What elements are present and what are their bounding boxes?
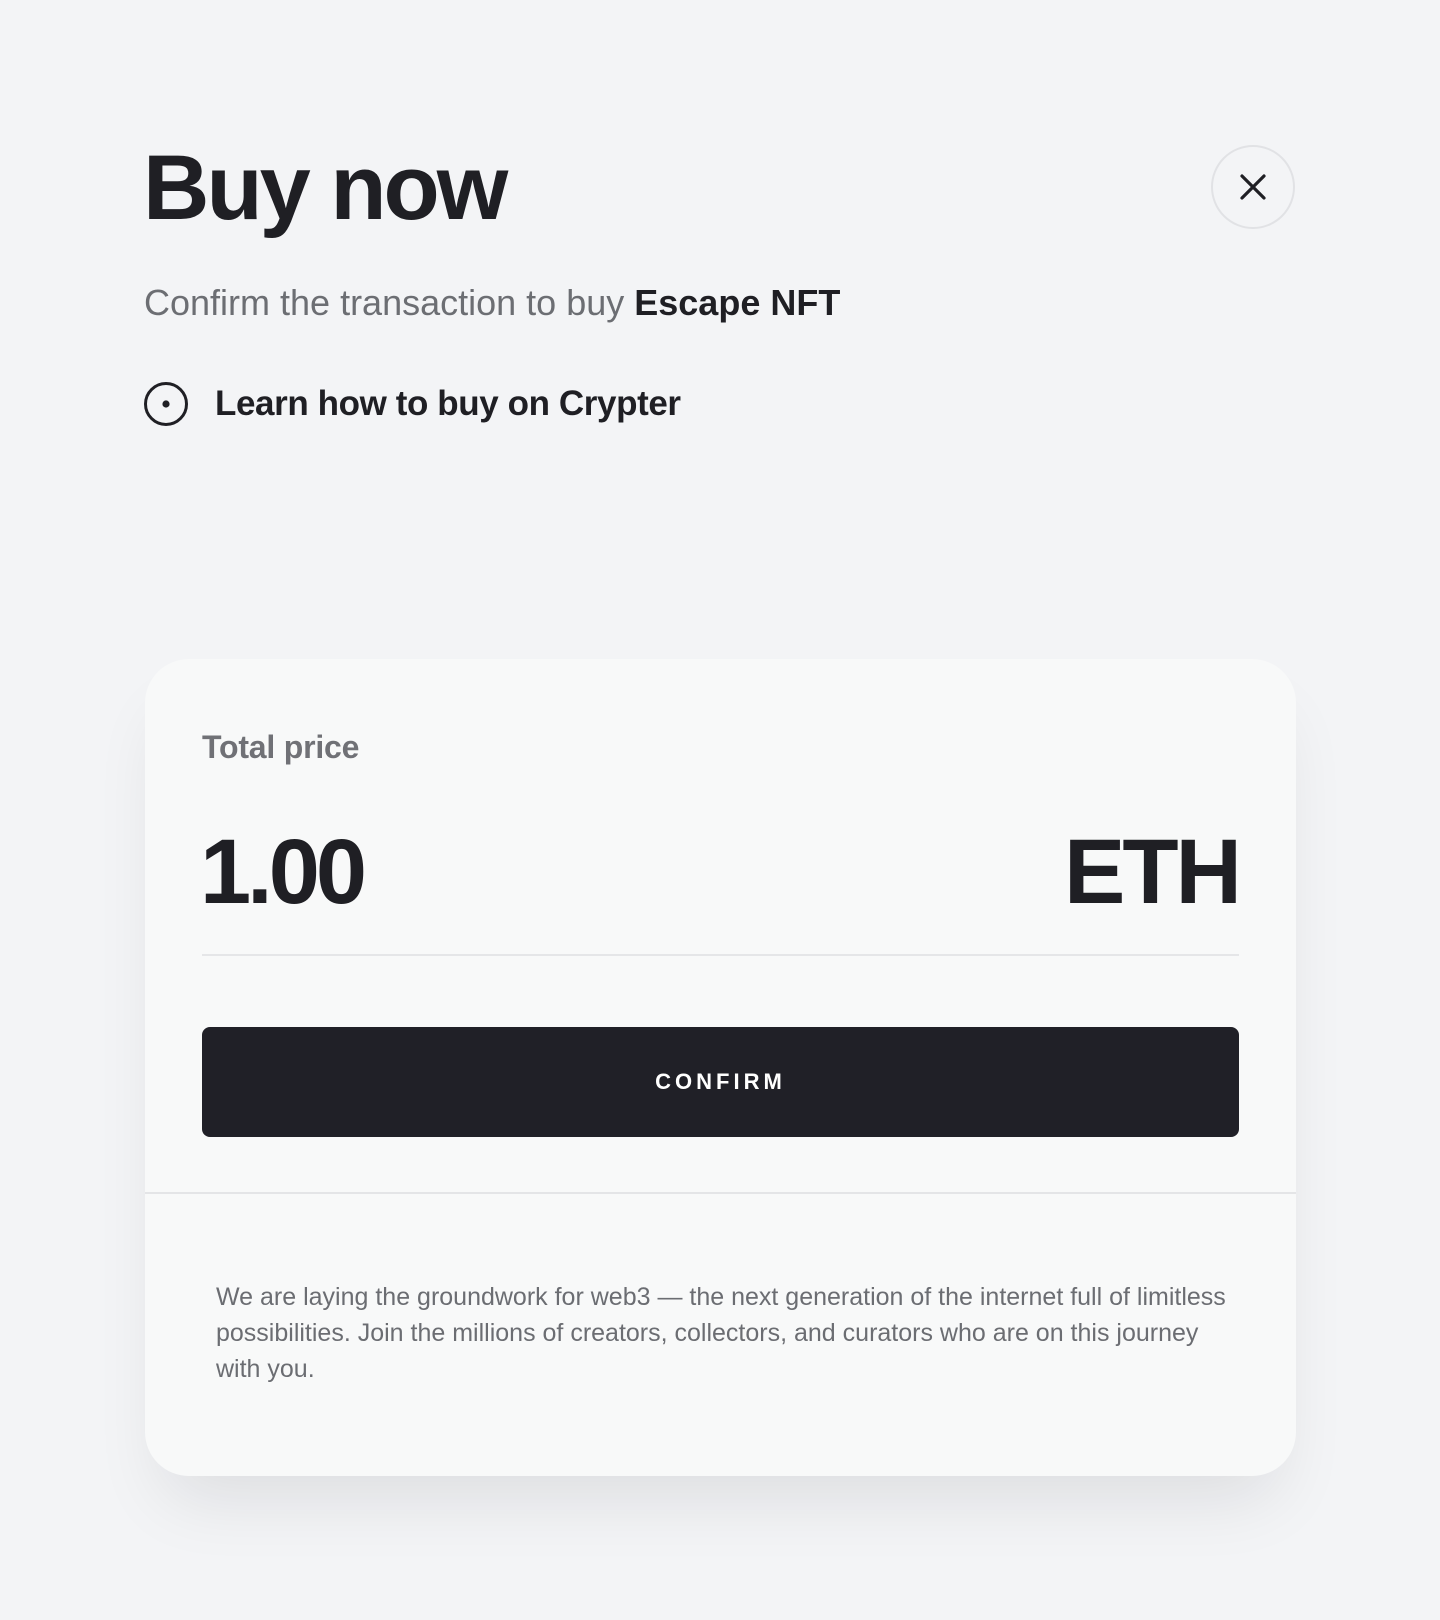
price-currency: ETH	[1064, 821, 1242, 923]
item-name: Escape NFT	[634, 282, 841, 323]
circle-dot-icon	[143, 381, 189, 427]
page-title: Buy now	[143, 137, 508, 239]
price-divider	[202, 954, 1239, 956]
subtitle: Confirm the transaction to buy Escape NF…	[144, 280, 840, 326]
learn-how-to-buy-link[interactable]: Learn how to buy on Crypter	[143, 381, 681, 427]
subtitle-prefix: Confirm the transaction to buy	[144, 282, 635, 323]
learn-link-label: Learn how to buy on Crypter	[215, 384, 681, 423]
total-price-value: 1.00	[200, 821, 367, 923]
close-icon	[1238, 172, 1268, 202]
section-divider	[145, 1192, 1296, 1194]
close-button[interactable]	[1211, 145, 1295, 229]
checkout-card: Total price 1.00 ETH CONFIRM We are layi…	[145, 659, 1296, 1476]
total-price-label: Total price	[202, 729, 360, 765]
buy-now-page: Buy now Confirm the transaction to buy E…	[0, 0, 1440, 1620]
confirm-button[interactable]: CONFIRM	[202, 1027, 1239, 1137]
footer-description: We are laying the groundwork for web3 — …	[216, 1283, 1226, 1383]
